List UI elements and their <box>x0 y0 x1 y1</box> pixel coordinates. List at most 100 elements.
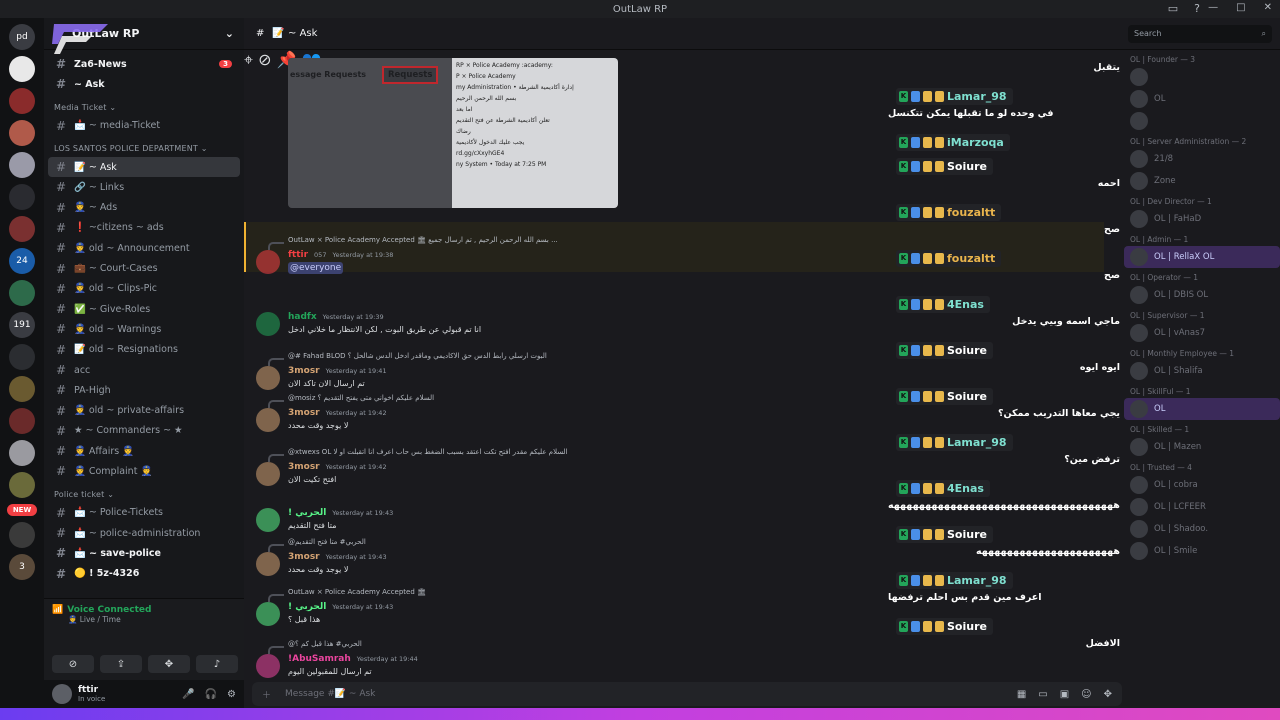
server-icon[interactable] <box>9 120 35 146</box>
channel-item[interactable]: # acc <box>48 360 240 380</box>
server-icon[interactable]: pd <box>9 24 35 50</box>
server-icon[interactable] <box>9 376 35 402</box>
avatar[interactable] <box>256 366 280 390</box>
overlay-user-tag[interactable]: K Soiure <box>896 618 993 635</box>
channel-item[interactable]: # 👮 Complaint 👮 <box>48 461 240 481</box>
channel-item[interactable]: # 📝 ~ Ask <box>48 156 240 178</box>
overlay-user-tag[interactable]: K 4Enas <box>896 480 990 497</box>
reply-preview[interactable]: OutLaw × Police Academy Accepted 🏛 بسم ا… <box>288 236 558 244</box>
server-icon[interactable] <box>9 522 35 548</box>
avatar[interactable] <box>256 462 280 486</box>
channel-item[interactable]: # 💼 ~ Court-Cases <box>48 258 240 278</box>
channel-item[interactable]: # 🟡 ! 5z-4326 <box>48 564 240 584</box>
camera-off-button[interactable]: ⊘ <box>52 655 94 673</box>
maximize-button[interactable]: □ <box>1236 2 1245 13</box>
channel-item[interactable]: # 👮 old ~ Clips-Pic <box>48 279 240 299</box>
server-icon[interactable] <box>9 88 35 114</box>
server-icon[interactable] <box>9 344 35 370</box>
mic-icon[interactable]: 🎤 <box>182 689 194 700</box>
overlay-user-tag[interactable]: K Lamar_98 <box>896 88 1013 105</box>
server-icon[interactable] <box>9 408 35 434</box>
overlay-user-tag[interactable]: Kfouzaltt <box>896 250 1002 267</box>
reply-preview[interactable]: @# Fahad BLOD البوت ارسلي رابط الدس حق ا… <box>288 352 547 360</box>
overlay-user-tag[interactable]: K Soiure <box>896 388 993 405</box>
server-icon[interactable]: 191 <box>9 312 35 338</box>
server-icon[interactable] <box>9 216 35 242</box>
message-author[interactable]: 3mosr <box>288 552 320 562</box>
avatar[interactable] <box>256 312 280 336</box>
voice-channel-name[interactable]: 👮 Live / Time <box>68 615 236 624</box>
screen-share-button[interactable]: ⇪ <box>100 655 142 673</box>
reply-preview[interactable]: OutLaw × Police Academy Accepted 🏛 <box>288 588 426 596</box>
channel-item[interactable]: # 📩 ~ save-police <box>48 543 240 563</box>
gear-icon[interactable]: ⚙ <box>227 689 236 700</box>
overlay-user-tag[interactable]: K Soiure <box>896 342 993 359</box>
channel-item[interactable]: # ~ Ask <box>48 74 240 94</box>
channel-item[interactable]: # 🔗 ~ Links <box>48 177 240 197</box>
reply-preview[interactable]: @الحربي# هذا قبل كم ؟ <box>288 640 362 648</box>
avatar[interactable] <box>256 508 280 532</box>
channel-item[interactable]: # 📝 old ~ Resignations <box>48 340 240 360</box>
server-icon[interactable]: 3 <box>9 554 35 580</box>
channel-item[interactable]: # ✅ ~ Give-Roles <box>48 299 240 319</box>
message-author[interactable]: 3mosr <box>288 462 320 472</box>
member-row[interactable] <box>1124 66 1280 88</box>
channel-item[interactable]: # Za6-News 3 <box>48 54 240 74</box>
search-input[interactable]: Search ⌕ <box>1128 25 1272 43</box>
avatar[interactable] <box>256 602 280 626</box>
reply-preview[interactable]: @xtwexs OL السلام عليكم مقدر افتح تكت اع… <box>288 448 568 456</box>
channel-item[interactable]: # PA-High <box>48 380 240 400</box>
member-row[interactable]: OL | vAnas7 <box>1124 322 1280 344</box>
message-author[interactable]: !AbuSamrah <box>288 654 351 664</box>
channel-item[interactable]: # ★ ~ Commanders ~ ★ <box>48 421 240 441</box>
soundboard-button[interactable]: ♪ <box>196 655 238 673</box>
voice-status[interactable]: 📶 Voice Connected <box>52 605 236 615</box>
activities-button[interactable]: ✥ <box>148 655 190 673</box>
inbox-icon[interactable]: ▭ <box>1168 2 1178 15</box>
member-row[interactable]: OL | Mazen <box>1124 436 1280 458</box>
member-row[interactable]: Zone <box>1124 170 1280 192</box>
server-icon[interactable] <box>9 280 35 306</box>
member-row[interactable]: 21/8 <box>1124 148 1280 170</box>
gift-icon[interactable]: ▦ <box>1017 689 1026 700</box>
member-row[interactable]: OL | cobra <box>1124 474 1280 496</box>
sticker-icon[interactable]: ▣ <box>1060 689 1069 700</box>
member-row[interactable]: OL | Smile <box>1124 540 1280 562</box>
channel-category[interactable]: LOS SANTOS POLICE DEPARTMENT ⌄ <box>44 136 244 157</box>
member-row[interactable]: OL | Shalifa <box>1124 360 1280 382</box>
server-icon[interactable] <box>9 152 35 178</box>
channel-category[interactable]: Police ticket ⌄ <box>44 482 244 503</box>
avatar[interactable] <box>256 654 280 678</box>
message-author[interactable]: ! الحربي <box>288 602 326 612</box>
overlay-user-tag[interactable]: K Soiure <box>896 526 993 543</box>
server-icon[interactable] <box>9 440 35 466</box>
overlay-user-tag[interactable]: K 4Enas <box>896 296 990 313</box>
overlay-user-tag[interactable]: Kfouzaltt <box>896 204 1002 221</box>
channel-item[interactable]: # ❗ ~citizens ~ ads <box>48 218 240 238</box>
headphones-icon[interactable]: 🎧 <box>205 689 217 700</box>
server-icon[interactable] <box>9 472 35 498</box>
overlay-user-tag[interactable]: KiMarzoqa <box>896 134 1010 151</box>
channel-item[interactable]: # 👮 Affairs 👮 <box>48 441 240 461</box>
help-icon[interactable]: ? <box>1194 2 1200 15</box>
member-row[interactable]: OL | RellaX OL <box>1124 246 1280 268</box>
message-author[interactable]: fttir <box>288 250 308 260</box>
member-row[interactable]: OL <box>1124 398 1280 420</box>
reply-preview[interactable]: @الحربي# متا فتح التقديم <box>288 538 366 546</box>
gif-icon[interactable]: ▭ <box>1038 689 1047 700</box>
overlay-user-tag[interactable]: K Lamar_98 <box>896 434 1013 451</box>
minimize-button[interactable]: — <box>1208 2 1218 13</box>
server-icon[interactable]: 24 <box>9 248 35 274</box>
channel-item[interactable]: # 👮 old ~ Announcement <box>48 238 240 258</box>
member-row[interactable]: OL <box>1124 88 1280 110</box>
member-row[interactable]: OL | DBIS OL <box>1124 284 1280 306</box>
apps-icon[interactable]: ✥ <box>1104 689 1112 700</box>
channel-item[interactable]: # 👮 old ~ Warnings <box>48 319 240 339</box>
channel-item[interactable]: # 📩 ~ media-Ticket <box>48 116 240 136</box>
member-row[interactable] <box>1124 110 1280 132</box>
emoji-icon[interactable]: ☺ <box>1081 689 1091 700</box>
channel-category[interactable]: Media Ticket ⌄ <box>44 95 244 116</box>
avatar[interactable] <box>256 250 280 274</box>
overlay-user-tag[interactable]: K Soiure <box>896 158 993 175</box>
member-row[interactable]: OL | FaHaD <box>1124 208 1280 230</box>
